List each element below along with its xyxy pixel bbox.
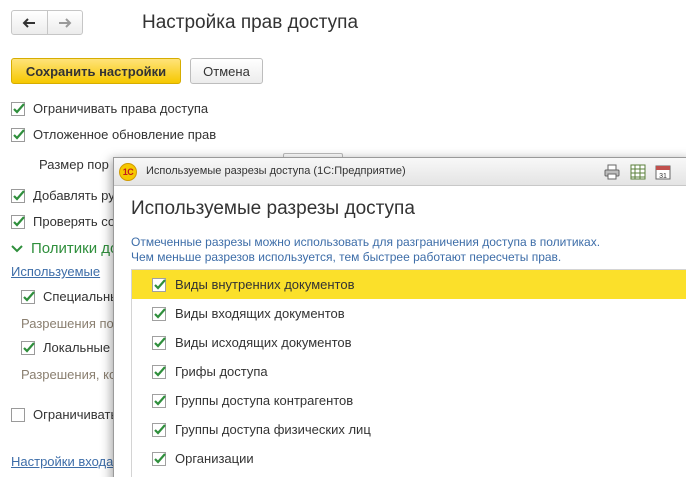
- restrict2-label: Ограничивать: [33, 407, 118, 422]
- dialog-titlebar[interactable]: 1С Используемые разрезы доступа (1С:Пред…: [114, 158, 686, 186]
- item-label: Виды входящих документов: [175, 306, 345, 321]
- special-checkbox[interactable]: [21, 290, 35, 304]
- checkmark-icon: [154, 366, 166, 377]
- checkmark-icon: [154, 395, 166, 406]
- arrow-left-icon: [22, 17, 36, 28]
- checkmark-icon: [13, 129, 25, 140]
- restrict2-checkbox[interactable]: [11, 408, 25, 422]
- checkmark-icon: [154, 279, 166, 290]
- used-sections-link[interactable]: Используемые: [11, 264, 100, 279]
- list-item[interactable]: Виды внутренних документов: [132, 270, 686, 299]
- spreadsheet-icon[interactable]: [630, 164, 646, 180]
- local-checkbox[interactable]: [21, 341, 35, 355]
- portion-size-label: Размер пор: [39, 157, 109, 172]
- add-users-label: Добавлять ру: [33, 188, 115, 203]
- dialog-window-title: Используемые разрезы доступа (1С:Предпри…: [146, 165, 406, 177]
- app-logo-icon: 1С: [119, 163, 137, 181]
- calendar-icon[interactable]: 31: [655, 164, 671, 180]
- special-label: Специальны: [43, 289, 120, 304]
- list-item[interactable]: Виды входящих документов: [132, 299, 686, 328]
- checkmark-icon: [13, 103, 25, 114]
- check-checkbox[interactable]: [11, 215, 25, 229]
- save-settings-button[interactable]: Сохранить настройки: [11, 58, 181, 84]
- forward-button[interactable]: [46, 11, 83, 34]
- restrict-access-label: Ограничивать права доступа: [33, 101, 209, 116]
- used-sections-dialog: 1С Используемые разрезы доступа (1С:Пред…: [113, 157, 686, 477]
- item-checkbox[interactable]: [152, 365, 166, 379]
- dialog-hint-line2: Чем меньше разрезов используется, тем бы…: [131, 250, 562, 264]
- cancel-button[interactable]: Отмена: [190, 58, 263, 84]
- dialog-heading: Используемые разрезы доступа: [131, 198, 415, 219]
- permissions-label: Разрешения по: [21, 316, 114, 331]
- permissions2-label: Разрешения, ко: [21, 367, 117, 382]
- checkmark-icon: [154, 337, 166, 348]
- checkmark-icon: [13, 216, 25, 227]
- input-settings-link[interactable]: Настройки входа: [11, 454, 113, 469]
- deferred-update-checkbox[interactable]: [11, 128, 25, 142]
- item-label: Группы доступа физических лиц: [175, 422, 371, 437]
- restrict-access-checkbox[interactable]: [11, 102, 25, 116]
- list-item[interactable]: Грифы доступа: [132, 357, 686, 386]
- checkmark-icon: [23, 342, 35, 353]
- calendar-day-label: 31: [659, 173, 667, 180]
- item-checkbox[interactable]: [152, 278, 166, 292]
- list-item[interactable]: Виды исходящих документов: [132, 328, 686, 357]
- checkmark-icon: [13, 190, 25, 201]
- checkmark-icon: [154, 453, 166, 464]
- sections-list: Виды внутренних документов Виды входящих…: [131, 269, 686, 477]
- list-item[interactable]: Группы доступа контрагентов: [132, 386, 686, 415]
- policies-group-title[interactable]: Политики до: [31, 240, 118, 257]
- item-label: Грифы доступа: [175, 364, 268, 379]
- item-checkbox[interactable]: [152, 423, 166, 437]
- item-label: Виды внутренних документов: [175, 277, 355, 292]
- page-title: Настройка прав доступа: [142, 12, 359, 33]
- print-icon[interactable]: [604, 164, 620, 180]
- list-item[interactable]: Организации: [132, 444, 686, 473]
- item-label: Группы доступа контрагентов: [175, 393, 354, 408]
- item-label: Виды исходящих документов: [175, 335, 352, 350]
- check-label: Проверять со: [33, 214, 116, 229]
- checkmark-icon: [23, 291, 35, 302]
- item-checkbox[interactable]: [152, 307, 166, 321]
- back-button[interactable]: [12, 11, 47, 34]
- item-label: Организации: [175, 451, 254, 466]
- local-label: Локальные: [43, 340, 111, 355]
- item-checkbox[interactable]: [152, 336, 166, 350]
- navigation-buttons: [11, 10, 83, 35]
- item-checkbox[interactable]: [152, 394, 166, 408]
- list-item[interactable]: Группы доступа физических лиц: [132, 415, 686, 444]
- chevron-down-icon[interactable]: [11, 244, 23, 254]
- deferred-update-label: Отложенное обновление прав: [33, 127, 217, 142]
- checkmark-icon: [154, 308, 166, 319]
- checkmark-icon: [154, 424, 166, 435]
- add-users-checkbox[interactable]: [11, 189, 25, 203]
- dialog-hint-line1: Отмеченные разрезы можно использовать дл…: [131, 235, 601, 249]
- arrow-right-icon: [58, 17, 72, 28]
- item-checkbox[interactable]: [152, 452, 166, 466]
